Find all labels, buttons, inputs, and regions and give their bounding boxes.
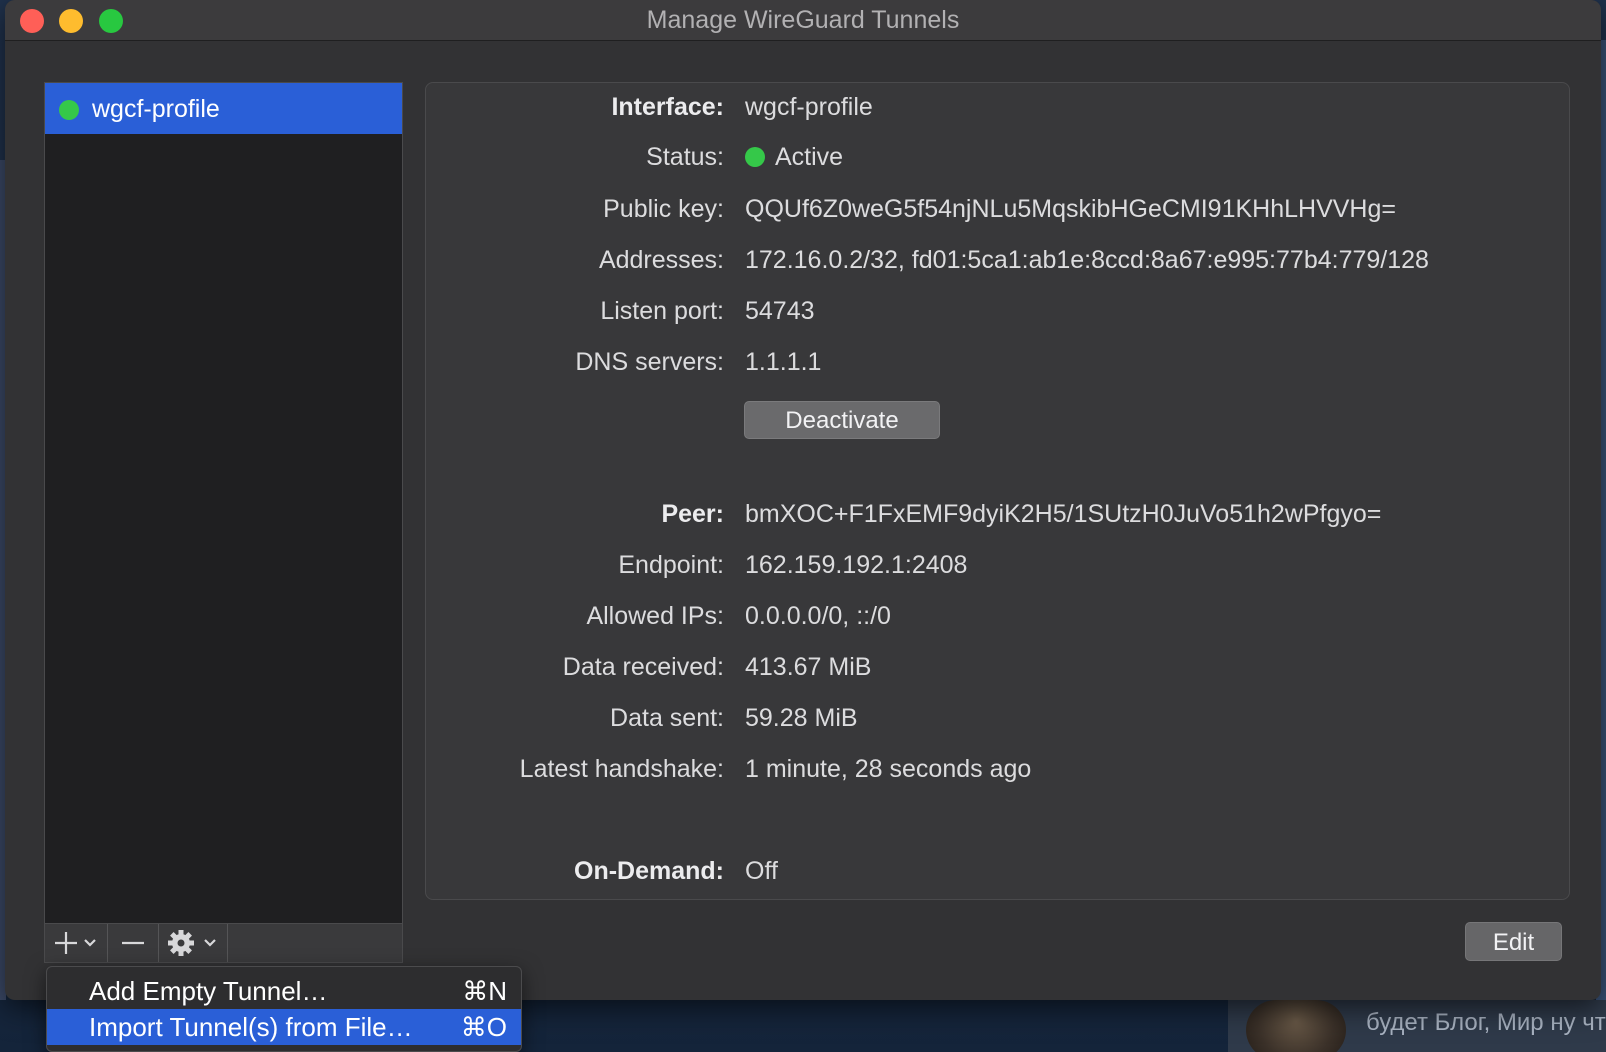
interface-label: Interface: [611, 93, 724, 121]
latest-handshake-value: 1 minute, 28 seconds ago [745, 755, 1032, 783]
menu-item-shortcut: ⌘O [460, 1012, 507, 1042]
status-label: Status: [646, 143, 724, 171]
endpoint-value: 162.159.192.1:2408 [745, 551, 968, 579]
remove-tunnel-button[interactable] [108, 924, 159, 962]
plus-icon [55, 932, 96, 954]
on-demand-row: On-Demand: Off [426, 857, 1569, 893]
gear-icon [168, 930, 216, 956]
addresses-row: Addresses: 172.16.0.2/32, fd01:5ca1:ab1e… [426, 246, 1569, 282]
data-sent-value: 59.28 MiB [745, 704, 858, 732]
dns-servers-value: 1.1.1.1 [745, 348, 822, 376]
interface-value: wgcf-profile [745, 93, 873, 121]
latest-handshake-label: Latest handshake: [519, 755, 724, 783]
background-notification: будет Блог, Мир ну что добавим [1228, 1000, 1606, 1052]
tunnel-list[interactable]: wgcf-profile [44, 82, 403, 924]
notification-text: будет Блог, Мир ну что добавим [1366, 1009, 1606, 1036]
tunnel-list-toolbar [44, 923, 403, 963]
tunnel-actions-button[interactable] [159, 924, 228, 962]
peer-row: Peer: bmXOC+F1FxEMF9dyiK2H5/1SUtzH0JuVo5… [426, 500, 1569, 536]
tunnel-detail-panel: Interface: wgcf-profile Status: Active P… [425, 82, 1570, 900]
listen-port-value: 54743 [745, 297, 815, 325]
allowed-ips-value: 0.0.0.0/0, ::/0 [745, 602, 891, 630]
addresses-value: 172.16.0.2/32, fd01:5ca1:ab1e:8ccd:8a67:… [745, 246, 1429, 274]
public-key-value: QQUf6Z0weG5f54njNLu5MqskibHGeCMI91KHhLHV… [745, 195, 1396, 223]
dns-servers-label: DNS servers: [575, 348, 724, 376]
peer-label: Peer: [661, 500, 724, 528]
menu-item-import-tunnels[interactable]: Import Tunnel(s) from File… ⌘O [47, 1009, 521, 1045]
title-bar[interactable]: Manage WireGuard Tunnels [5, 0, 1601, 41]
allowed-ips-row: Allowed IPs: 0.0.0.0/0, ::/0 [426, 602, 1569, 638]
menu-item-shortcut: ⌘N [462, 976, 507, 1006]
menu-item-add-empty-tunnel[interactable]: Add Empty Tunnel… ⌘N [47, 973, 521, 1009]
addresses-label: Addresses: [598, 246, 724, 274]
notification-avatar [1246, 1000, 1346, 1052]
dns-servers-row: DNS servers: 1.1.1.1 [426, 348, 1569, 384]
endpoint-row: Endpoint: 162.159.192.1:2408 [426, 551, 1569, 587]
on-demand-label: On-Demand: [574, 857, 724, 885]
data-received-value: 413.67 MiB [745, 653, 872, 681]
on-demand-value: Off [745, 857, 778, 885]
menu-item-label: Import Tunnel(s) from File… [89, 1012, 413, 1042]
interface-row: Interface: wgcf-profile [426, 93, 1569, 129]
status-row: Status: Active [426, 143, 1569, 179]
status-value: Active [745, 143, 843, 172]
minus-icon [122, 941, 144, 945]
menu-item-label: Add Empty Tunnel… [89, 976, 328, 1006]
public-key-label: Public key: [603, 195, 724, 223]
window-title: Manage WireGuard Tunnels [646, 6, 960, 34]
edit-button[interactable]: Edit [1465, 922, 1562, 961]
listen-port-row: Listen port: 54743 [426, 297, 1569, 333]
peer-value: bmXOC+F1FxEMF9dyiK2H5/1SUtzH0JuVo51h2wPf… [745, 500, 1382, 528]
add-tunnel-button[interactable] [45, 924, 108, 962]
public-key-row: Public key: QQUf6Z0weG5f54njNLu5MqskibHG… [426, 195, 1569, 231]
add-tunnel-menu: Add Empty Tunnel… ⌘N Import Tunnel(s) fr… [46, 966, 522, 1052]
tunnel-name: wgcf-profile [92, 95, 220, 123]
allowed-ips-label: Allowed IPs: [586, 602, 724, 630]
tunnel-status-icon [59, 100, 79, 120]
main-window: Manage WireGuard Tunnels wgcf-profile In… [5, 0, 1601, 1000]
endpoint-label: Endpoint: [618, 551, 724, 579]
listen-port-label: Listen port: [600, 297, 724, 325]
data-sent-row: Data sent: 59.28 MiB [426, 704, 1569, 740]
latest-handshake-row: Latest handshake: 1 minute, 28 seconds a… [426, 755, 1569, 791]
data-sent-label: Data sent: [610, 704, 724, 732]
data-received-row: Data received: 413.67 MiB [426, 653, 1569, 689]
tunnel-list-item[interactable]: wgcf-profile [45, 83, 402, 134]
status-active-icon [745, 147, 765, 167]
data-received-label: Data received: [562, 653, 724, 681]
deactivate-button[interactable]: Deactivate [744, 401, 940, 439]
status-text: Active [775, 143, 844, 171]
